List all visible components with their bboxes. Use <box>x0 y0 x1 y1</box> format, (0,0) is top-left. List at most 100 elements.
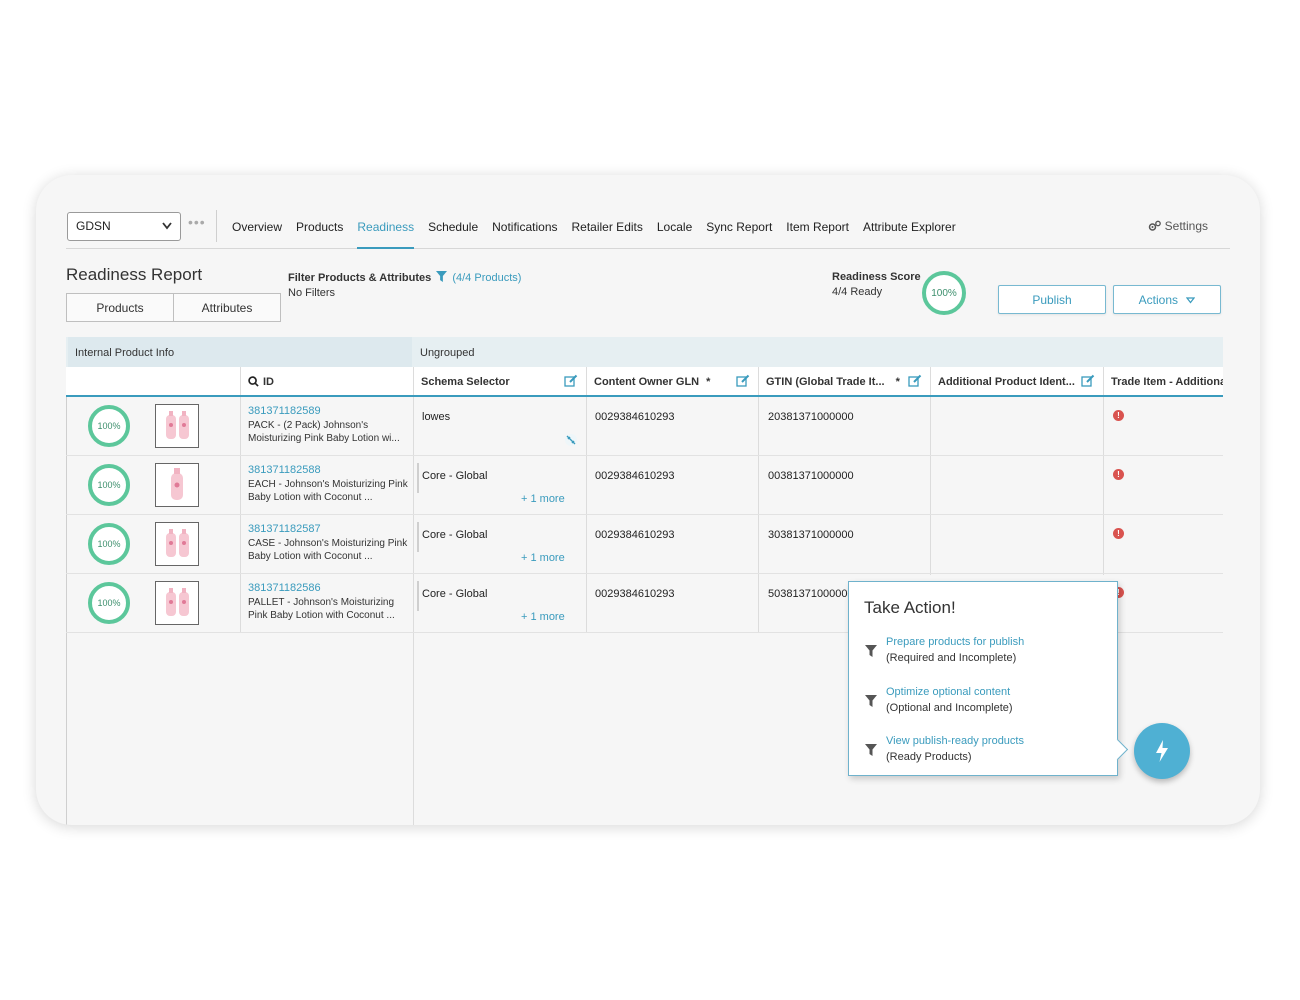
header-id[interactable]: ID <box>240 367 412 395</box>
caret-down-icon <box>1186 297 1196 304</box>
error-icon[interactable]: ! <box>1113 410 1124 421</box>
readiness-app: GDSN ••• Overview Products Readiness Sch… <box>66 205 1230 825</box>
lotion-bottles-image <box>166 588 189 616</box>
schema-indicator <box>417 522 419 552</box>
readiness-score-label: Readiness Score <box>832 271 921 283</box>
take-action-link[interactable]: Prepare products for publish <box>886 636 1024 648</box>
product-thumbnail[interactable] <box>155 581 199 625</box>
filter-icon <box>436 271 448 282</box>
header-trade-item-additional[interactable]: Trade Item - Additional <box>1103 367 1223 395</box>
top-nav: GDSN ••• Overview Products Readiness Sch… <box>66 205 1230 249</box>
readiness-score-ring: 100% <box>922 271 966 315</box>
chevron-down-icon <box>162 222 172 230</box>
header-content-owner-gln[interactable]: Content Owner GLN * <box>586 367 758 395</box>
edit-icon[interactable] <box>1081 374 1095 387</box>
take-action-item-prepare[interactable]: Prepare products for publish (Required a… <box>865 636 1105 672</box>
filter-state: No Filters <box>288 287 336 299</box>
lightning-bolt-icon <box>1156 740 1168 762</box>
take-action-link[interactable]: View publish-ready products <box>886 735 1024 747</box>
required-mark: * <box>706 376 711 388</box>
filter-title[interactable]: Filter Products & Attributes (4/4 Produc… <box>288 271 521 284</box>
tab-overview[interactable]: Overview <box>232 205 282 249</box>
filter-icon <box>865 695 877 707</box>
filter-title-text: Filter Products & Attributes <box>288 272 432 284</box>
gears-icon <box>1148 220 1161 231</box>
header-schema-selector[interactable]: Schema Selector <box>413 367 586 395</box>
take-action-link[interactable]: Optimize optional content <box>886 686 1010 698</box>
table-header: ID Schema Selector Content Owner GLN * G… <box>66 367 1223 397</box>
tab-sync-report[interactable]: Sync Report <box>706 205 772 249</box>
group-ungrouped: Ungrouped <box>420 347 475 359</box>
column-group-row: Internal Product Info Ungrouped <box>66 337 1223 367</box>
more-schemas-link[interactable]: + 1 more <box>521 611 565 623</box>
product-id-link[interactable]: 381371182586 <box>248 582 321 594</box>
product-score-ring: 100% <box>88 582 130 624</box>
tab-readiness[interactable]: Readiness <box>357 205 415 249</box>
schema-value: Core - Global <box>422 588 488 600</box>
header-trade-label: Trade Item - Additional <box>1111 376 1223 388</box>
tab-retailer-edits[interactable]: Retailer Edits <box>572 205 643 249</box>
product-score-ring: 100% <box>88 464 130 506</box>
view-toggle: Products Attributes <box>66 293 281 322</box>
product-id-link[interactable]: 381371182588 <box>248 464 321 476</box>
product-thumbnail[interactable] <box>155 522 199 566</box>
tab-notifications[interactable]: Notifications <box>492 205 557 249</box>
product-description: CASE - Johnson's Moisturizing Pink Baby … <box>248 538 408 562</box>
gln-value: 0029384610293 <box>595 411 675 423</box>
tab-products[interactable]: Products <box>296 205 343 249</box>
product-id-link[interactable]: 381371182587 <box>248 523 321 535</box>
error-icon[interactable]: ! <box>1113 469 1124 480</box>
take-action-item-optimize[interactable]: Optimize optional content (Optional and … <box>865 686 1105 722</box>
schema-value: lowes <box>422 411 451 423</box>
view-toggle-attributes[interactable]: Attributes <box>174 294 280 321</box>
table-row[interactable]: 100% 381371182587 CASE - Johnson's Moist… <box>66 515 1223 574</box>
product-score-ring: 100% <box>88 523 130 565</box>
schema-indicator <box>417 463 419 493</box>
required-mark: * <box>895 376 900 388</box>
page-title: Readiness Report <box>66 265 203 284</box>
nav-divider <box>216 210 217 242</box>
header-spacer <box>68 367 240 395</box>
catalog-select-value: GDSN <box>76 219 111 233</box>
edit-icon[interactable] <box>908 374 922 387</box>
readiness-score-sub: 4/4 Ready <box>832 286 883 298</box>
view-toggle-products[interactable]: Products <box>67 294 174 321</box>
more-options-icon[interactable]: ••• <box>188 214 206 230</box>
gln-value: 0029384610293 <box>595 529 675 541</box>
schema-value: Core - Global <box>422 470 488 482</box>
nav-tabs: Overview Products Readiness Schedule Not… <box>232 205 970 249</box>
product-thumbnail[interactable] <box>155 404 199 448</box>
readiness-score: Readiness Score 4/4 Ready <box>832 271 921 298</box>
product-id-link[interactable]: 381371182589 <box>248 405 321 417</box>
header-gln-label: Content Owner GLN <box>594 376 700 388</box>
unlink-icon[interactable] <box>564 433 578 447</box>
table-row[interactable]: 100% 381371182588 EACH - Johnson's Moist… <box>66 456 1223 515</box>
tab-locale[interactable]: Locale <box>657 205 692 249</box>
publish-button[interactable]: Publish <box>998 285 1106 314</box>
more-schemas-link[interactable]: + 1 more <box>521 552 565 564</box>
edit-icon[interactable] <box>736 374 750 387</box>
gln-value: 0029384610293 <box>595 588 675 600</box>
product-thumbnail[interactable] <box>155 463 199 507</box>
settings-link[interactable]: Settings <box>1148 219 1208 233</box>
settings-label: Settings <box>1164 219 1208 233</box>
take-action-sub: (Ready Products) <box>886 751 972 763</box>
filter-summary: Filter Products & Attributes (4/4 Produc… <box>288 271 521 299</box>
lotion-bottles-image <box>166 411 189 439</box>
tab-item-report[interactable]: Item Report <box>786 205 849 249</box>
tab-schedule[interactable]: Schedule <box>428 205 478 249</box>
edit-icon[interactable] <box>564 374 578 387</box>
table-row[interactable]: 100% 381371182589 PACK - (2 Pack) Johnso… <box>66 397 1223 456</box>
more-schemas-link[interactable]: + 1 more <box>521 493 565 505</box>
schema-value: Core - Global <box>422 529 488 541</box>
catalog-select[interactable]: GDSN <box>67 212 181 241</box>
error-icon[interactable]: ! <box>1113 528 1124 539</box>
gtin-value: 20381371000000 <box>768 411 854 423</box>
gln-value: 0029384610293 <box>595 470 675 482</box>
header-gtin[interactable]: GTIN (Global Trade It... * <box>758 367 930 395</box>
take-action-item-ready[interactable]: View publish-ready products (Ready Produ… <box>865 735 1105 771</box>
take-action-button[interactable] <box>1134 723 1190 779</box>
actions-button[interactable]: Actions <box>1113 285 1221 314</box>
tab-attribute-explorer[interactable]: Attribute Explorer <box>863 205 956 249</box>
header-additional-product-identification[interactable]: Additional Product Ident... <box>930 367 1103 395</box>
